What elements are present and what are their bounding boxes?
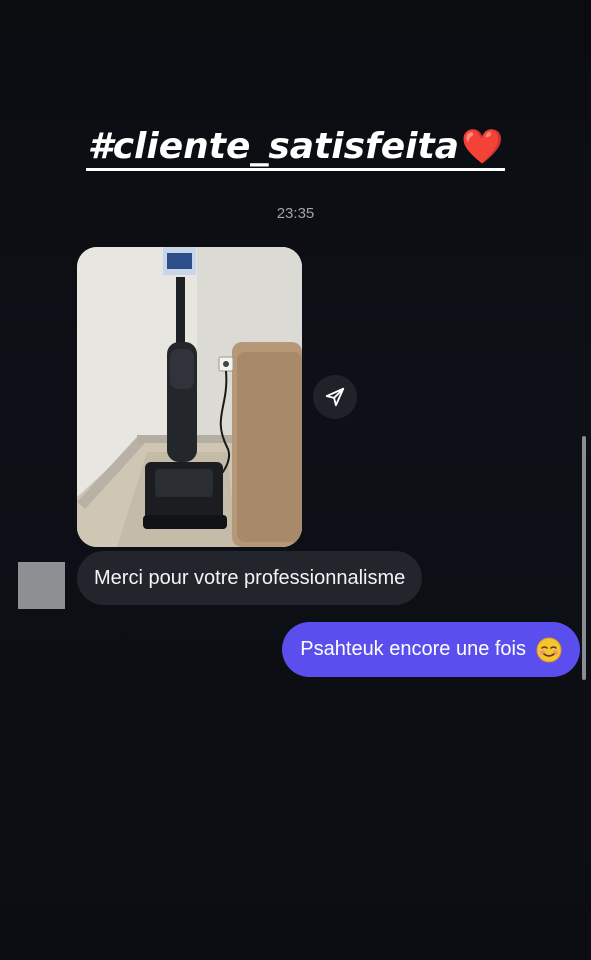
sender-avatar[interactable]	[18, 562, 65, 609]
outgoing-message-text: Psahteuk encore une fois	[300, 638, 526, 660]
hashtag-text: #cliente_satisfeita❤️	[85, 126, 506, 171]
outgoing-message-bubble[interactable]: Psahteuk encore une fois	[282, 622, 580, 677]
scrollbar[interactable]	[582, 436, 586, 680]
send-arrow-icon	[325, 387, 345, 407]
share-button[interactable]	[313, 375, 357, 419]
photo-vacuum-cleaner	[77, 247, 302, 547]
photo-message[interactable]	[77, 247, 302, 547]
heart-emoji: ❤️	[461, 127, 504, 167]
incoming-message-text: Merci pour votre professionnalisme	[94, 566, 406, 589]
message-timestamp: 23:35	[276, 205, 315, 222]
story-caption: #cliente_satisfeita❤️	[0, 126, 591, 171]
smiling-face-emoji	[536, 637, 562, 663]
incoming-message-bubble[interactable]: Merci pour votre professionnalisme	[77, 551, 423, 605]
